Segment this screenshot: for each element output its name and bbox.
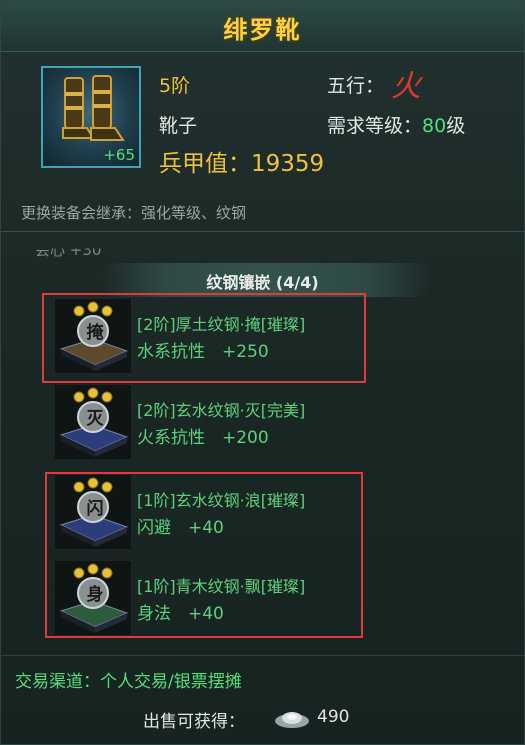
wuxing-label: 五行： — [327, 75, 385, 97]
armor-value: 兵甲值：19359 — [159, 144, 324, 178]
highlight-box — [42, 293, 366, 383]
gem-stat: 火系抗性 +200 — [137, 428, 269, 448]
req-prefix: 需求等级： — [327, 115, 423, 137]
boots-icon-art — [62, 75, 125, 141]
trade-channel: 交易渠道：个人交易/银票摆摊 — [15, 672, 242, 692]
gem-name: [2阶]玄水纹钢·灭[完美] — [137, 401, 306, 420]
item-name: 绯罗靴 — [223, 16, 302, 44]
title-bar: 绯罗靴 — [1, 1, 524, 52]
item-tooltip-panel: 绯罗靴 +65 5阶 五行： 火 靴子 需求等级：80级 兵甲值：19359 更… — [0, 0, 525, 745]
highlight-box — [45, 472, 363, 638]
inherit-note: 更换装备会继承：强化等级、纹钢 — [21, 204, 247, 222]
sale-label: 出售可获得： — [143, 712, 245, 732]
fire-element-icon: 火 — [391, 69, 421, 104]
gem-glyph: 灭 — [86, 409, 104, 429]
socket-title: 纹钢镶嵌 (4/4) — [206, 273, 319, 292]
gem-slot[interactable]: 灭 [2阶]玄水纹钢·灭[完美] 火系抗性 +200 — [51, 385, 371, 463]
armor-number: 19359 — [251, 151, 325, 177]
scrolled-stat-line: 会心 +30 — [35, 241, 102, 259]
silver-ingot-icon — [275, 712, 309, 728]
req-level-value: 80 — [422, 115, 447, 137]
divider — [1, 231, 524, 232]
item-type: 靴子 — [159, 115, 198, 137]
required-level: 需求等级：80级 — [327, 111, 465, 138]
item-tier: 5阶 — [159, 75, 191, 97]
sale-price: 490 — [317, 707, 350, 727]
req-suffix: 级 — [446, 115, 466, 137]
armor-label: 兵甲值： — [159, 151, 251, 177]
boots-icon[interactable]: +65 — [41, 66, 141, 168]
enhance-level: +65 — [103, 146, 135, 164]
divider — [1, 655, 524, 656]
